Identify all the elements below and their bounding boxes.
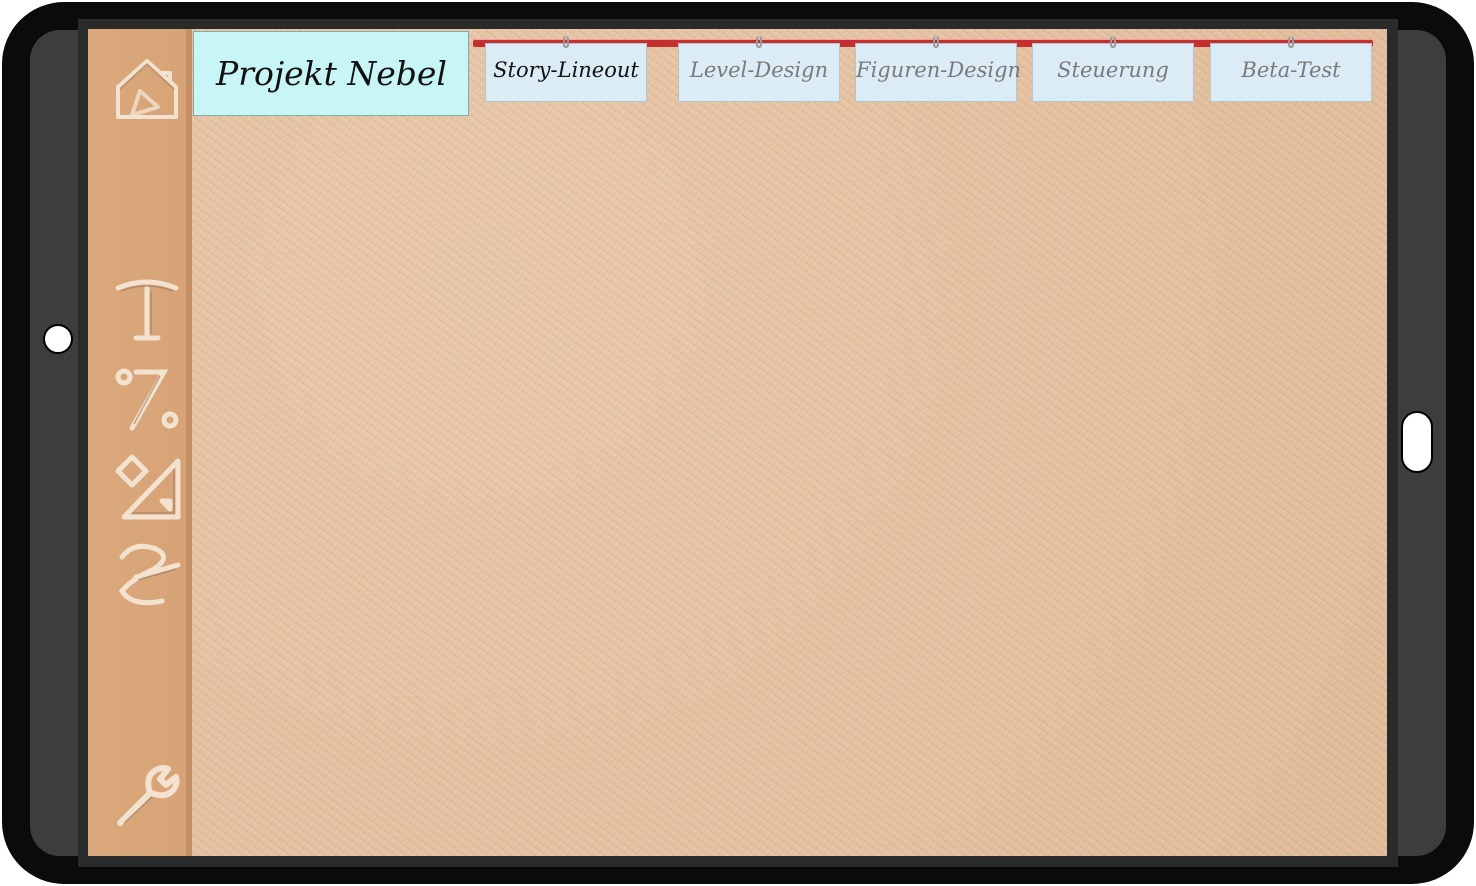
percent-icon[interactable] (112, 364, 182, 434)
tab-label: Steuerung (1057, 58, 1169, 82)
app-screen: Projekt Nebel Story-Lineout Level-Design… (88, 29, 1387, 856)
draw-icon[interactable] (112, 539, 182, 609)
sidebar (88, 29, 192, 856)
paper-clip-icon (756, 36, 762, 48)
text-tool-icon[interactable] (112, 274, 182, 344)
tab-level-design[interactable]: Level-Design (678, 36, 840, 102)
tab-beta-test[interactable]: Beta-Test (1210, 36, 1372, 102)
project-title[interactable]: Projekt Nebel (193, 31, 469, 116)
home-icon[interactable] (112, 53, 182, 123)
paper-clip-icon (1288, 36, 1294, 48)
wrench-icon[interactable] (112, 761, 182, 831)
paper-clip-icon (933, 36, 939, 48)
tab-label: Figuren-Design (856, 58, 1022, 82)
tab-story-lineout[interactable]: Story-Lineout (485, 36, 647, 102)
paper-clip-icon (563, 36, 569, 48)
project-title-text: Projekt Nebel (216, 54, 447, 93)
paper-clip-icon (1110, 36, 1116, 48)
tab-label: Beta-Test (1241, 58, 1341, 82)
tab-steuerung[interactable]: Steuerung (1032, 36, 1194, 102)
camera-icon (43, 324, 73, 354)
tablet-device: Projekt Nebel Story-Lineout Level-Design… (0, 0, 1476, 886)
tab-label: Story-Lineout (493, 58, 639, 82)
home-button[interactable] (1401, 411, 1433, 473)
tab-figuren-design[interactable]: Figuren-Design (855, 36, 1022, 102)
tab-label: Level-Design (689, 58, 829, 82)
shapes-icon[interactable] (112, 453, 182, 523)
workspace-canvas[interactable] (194, 119, 1384, 854)
